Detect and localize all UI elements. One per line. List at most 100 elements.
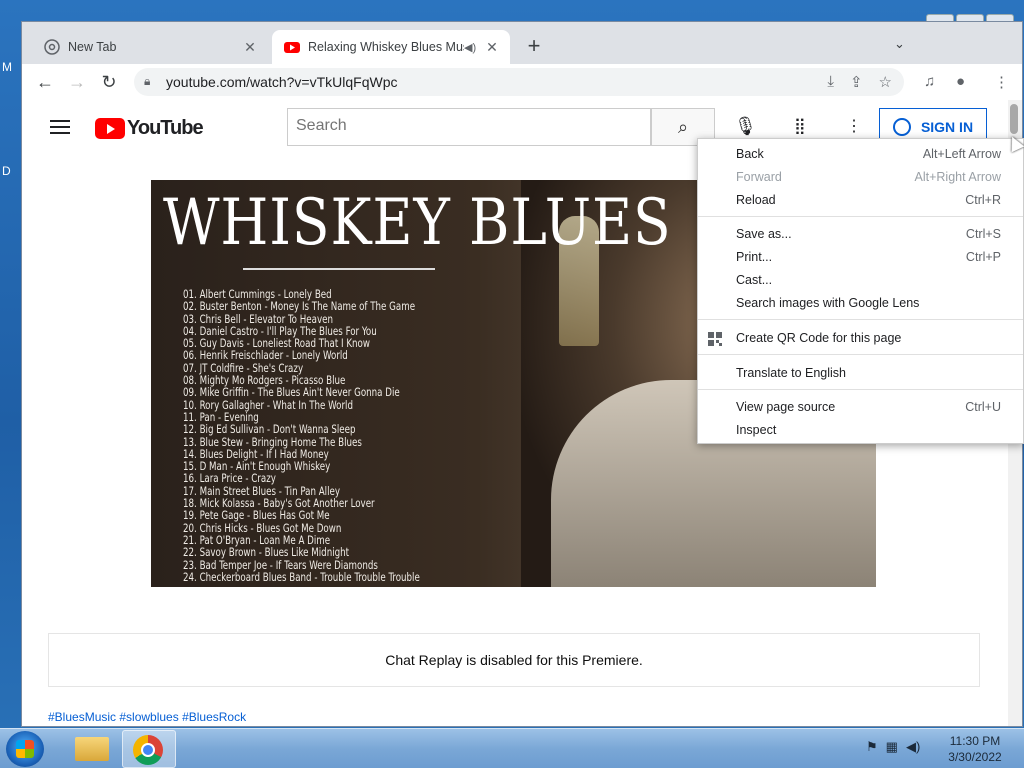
menu-item-forward[interactable]: Forward Alt+Right Arrow	[698, 166, 1023, 188]
desktop-icon-label: M	[2, 60, 12, 74]
lock-icon[interactable]: 🔒︎	[144, 74, 150, 89]
clock-date: 3/30/2022	[948, 750, 1002, 764]
menu-item-google-lens[interactable]: Search images with Google Lens	[698, 292, 1023, 314]
video-title-underline	[243, 268, 435, 270]
youtube-play-icon	[95, 118, 125, 139]
url-text: youtube.com/watch?v=vTkUlqFqWpc	[166, 74, 398, 90]
chrome-icon	[44, 39, 60, 55]
windows-logo-icon	[16, 740, 34, 758]
context-menu: Back Alt+Left Arrow Forward Alt+Right Arro…	[697, 138, 1024, 444]
menu-item-label: Back	[736, 147, 764, 161]
tab-new-tab[interactable]: New Tab ✕	[32, 30, 268, 64]
menu-item-label: Create QR Code for this page	[736, 331, 902, 345]
menu-item-inspect[interactable]: Inspect	[698, 419, 1023, 441]
menu-divider	[698, 389, 1023, 390]
track-item: 23. Bad Temper Joe - If Tears Were Diamo…	[183, 557, 378, 572]
menu-item-label: Search images with Google Lens	[736, 296, 920, 310]
menu-item-shortcut: Ctrl+U	[965, 400, 1001, 414]
apps-grid-icon[interactable]: ⣿	[794, 116, 806, 136]
hamburger-menu-icon[interactable]	[50, 120, 70, 134]
close-tab-icon[interactable]: ✕	[242, 39, 258, 56]
taskbar-explorer[interactable]	[66, 730, 120, 768]
taskbar-chrome[interactable]	[122, 730, 176, 768]
menu-item-view-source[interactable]: View page source Ctrl+U	[698, 396, 1023, 418]
menu-item-label: Forward	[736, 170, 782, 184]
back-button[interactable]: ←	[34, 71, 56, 93]
folder-icon	[75, 737, 109, 761]
menu-item-label: Reload	[736, 193, 776, 207]
menu-divider	[698, 354, 1023, 355]
menu-item-shortcut: Alt+Right Arrow	[914, 170, 1002, 184]
account-icon	[892, 118, 911, 136]
menu-item-label: View page source	[736, 400, 836, 414]
menu-item-cast[interactable]: Cast...	[698, 269, 1023, 291]
menu-item-shortcut: Ctrl+S	[965, 227, 1001, 241]
start-button[interactable]	[6, 731, 44, 767]
menu-item-label: Translate to English	[736, 366, 847, 380]
menu-item-back[interactable]: Back Alt+Left Arrow	[698, 143, 1023, 165]
new-tab-button[interactable]: +	[522, 35, 546, 59]
bookmark-star-icon[interactable]: ☆	[879, 73, 892, 91]
youtube-icon	[284, 42, 300, 53]
menu-item-translate[interactable]: Translate to English	[698, 362, 1023, 384]
menu-divider	[698, 319, 1023, 320]
menu-item-qr-code[interactable]: Create QR Code for this page	[698, 327, 1023, 349]
chat-replay-notice: Chat Replay is disabled for this Premier…	[48, 633, 980, 687]
tab-title: Relaxing Whiskey Blues Music	[308, 40, 464, 54]
browser-toolbar: ← → ↻ 🔒︎ youtube.com/watch?v=vTkUlqFqWpc…	[22, 64, 1022, 101]
youtube-logo[interactable]: YouTube	[95, 117, 204, 140]
track-item: 19. Pete Gage - Blues Has Got Me	[183, 508, 330, 523]
menu-item-print[interactable]: Print... Ctrl+P	[698, 246, 1023, 268]
desktop-icon-label: D	[2, 164, 11, 178]
menu-item-label: Print...	[736, 250, 773, 264]
address-bar[interactable]: 🔒︎ youtube.com/watch?v=vTkUlqFqWpc ⤓ ⇪ ☆	[134, 68, 904, 96]
chrome-icon	[133, 735, 163, 765]
menu-item-shortcut: Ctrl+R	[965, 193, 1001, 207]
track-item: 24. Checkerboard Blues Band - Trouble Tr…	[183, 569, 420, 584]
qr-code-icon	[708, 332, 722, 346]
profile-icon[interactable]: ●	[956, 73, 965, 90]
menu-item-label: Inspect	[736, 423, 777, 437]
tab-youtube[interactable]: Relaxing Whiskey Blues Music ◀) ✕	[272, 30, 510, 64]
search-icon: ⌕	[677, 117, 689, 137]
volume-icon[interactable]: ◀)	[906, 739, 920, 755]
video-title-text: WHISKEY BLUES	[163, 186, 672, 260]
track-item: 12. Big Ed Sullivan - Don't Wanna Sleep	[183, 422, 356, 437]
forward-button[interactable]: →	[66, 71, 88, 93]
track-item: 22. Savoy Brown - Blues Like Midnight	[183, 545, 350, 560]
menu-item-shortcut: Ctrl+P	[965, 250, 1001, 264]
menu-item-reload[interactable]: Reload Ctrl+R	[698, 189, 1023, 211]
system-tray: ⚑ ▦ ◀)	[866, 739, 920, 755]
install-icon[interactable]: ⤓	[827, 73, 834, 91]
scrollbar-thumb[interactable]	[1010, 104, 1018, 134]
chevron-down-icon[interactable]: ⌄	[894, 36, 905, 52]
track-item: 16. Lara Price - Crazy	[183, 471, 276, 486]
speaker-icon[interactable]: ◀)	[464, 41, 478, 54]
menu-item-save-as[interactable]: Save as... Ctrl+S	[698, 223, 1023, 245]
settings-dots-icon[interactable]: ⋮	[846, 116, 862, 136]
search-box[interactable]	[287, 108, 651, 146]
track-item: 09. Mike Griffin - The Blues Ain't Never…	[183, 385, 400, 400]
track-item: 13. Blue Stew - Bringing Home The Blues	[183, 434, 362, 449]
reload-button[interactable]: ↻	[98, 71, 120, 93]
sign-in-label: SIGN IN	[920, 119, 974, 135]
microphone-icon[interactable]: 🎙︎	[734, 116, 757, 137]
media-control-icon[interactable]: ♫	[924, 73, 935, 90]
tab-title: New Tab	[68, 40, 117, 54]
menu-item-label: Cast...	[736, 273, 773, 287]
network-icon[interactable]: ▦	[886, 739, 898, 755]
track-item: 02. Buster Benton - Money Is The Name of…	[183, 299, 416, 314]
youtube-logo-text: YouTube	[127, 117, 204, 139]
menu-dots-icon[interactable]: ⋮	[994, 73, 1009, 91]
action-center-icon[interactable]: ⚑	[866, 739, 878, 755]
share-icon[interactable]: ⇪	[850, 73, 863, 91]
close-tab-icon[interactable]: ✕	[484, 39, 500, 56]
menu-divider	[698, 216, 1023, 217]
video-hashtags[interactable]: #BluesMusic #slowblues #BluesRock	[48, 710, 246, 724]
menu-item-label: Save as...	[736, 227, 792, 241]
track-item: 06. Henrik Freischlader - Lonely World	[183, 348, 348, 363]
taskbar-clock[interactable]: 11:30 PM 3/30/2022	[940, 733, 1010, 765]
video-tracklist: 01. Albert Cummings - Lonely Bed 02. Bus…	[183, 288, 420, 583]
search-input[interactable]	[288, 109, 644, 143]
tab-strip: New Tab ✕ Relaxing Whiskey Blues Music ◀…	[22, 22, 1022, 64]
